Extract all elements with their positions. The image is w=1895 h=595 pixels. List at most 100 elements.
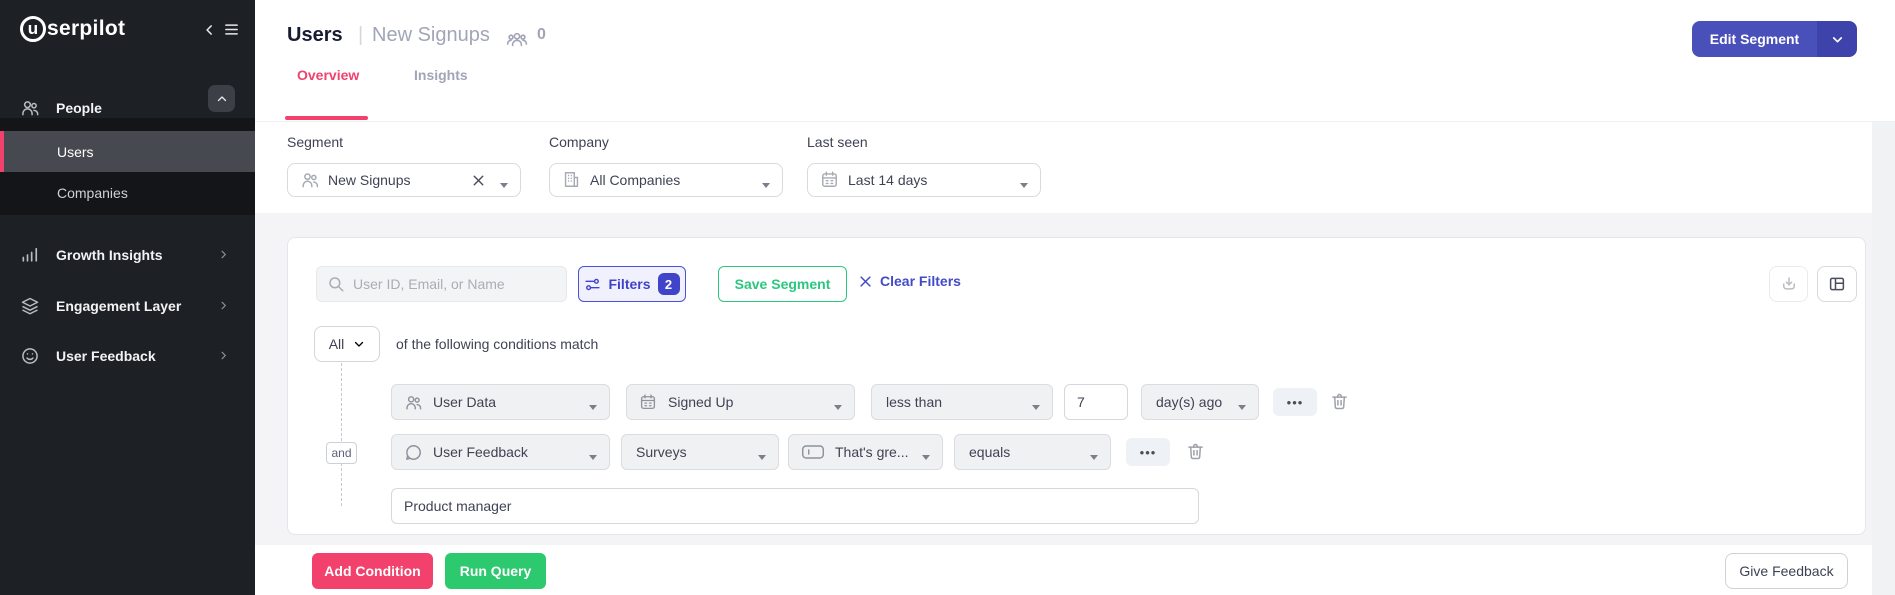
condition2-attribute-dropdown[interactable]: Surveys (621, 434, 779, 470)
tab-overview[interactable]: Overview (297, 67, 359, 83)
caret-down-icon (1238, 405, 1246, 414)
chevron-left-icon (203, 23, 217, 37)
sidebar-item-label: User Feedback (56, 348, 156, 364)
download-button[interactable] (1769, 266, 1808, 302)
scrollbar-gutter[interactable] (1872, 122, 1895, 595)
condition1-value-input[interactable] (1064, 384, 1128, 420)
sidebar-item-growth-insights[interactable]: Growth Insights (0, 235, 255, 275)
clear-segment-icon[interactable] (470, 172, 488, 190)
collapse-people-button[interactable] (208, 85, 235, 112)
smiley-icon (20, 346, 40, 366)
segment-query-card: Filters 2 Save Segment Clear Filters All (287, 237, 1866, 535)
logo-u-mark: u (20, 16, 46, 42)
chevron-down-icon (353, 338, 365, 350)
people-subnav: Users Companies (0, 118, 255, 215)
users-icon (300, 170, 320, 190)
condition2-more-options-button[interactable]: ••• (1126, 438, 1170, 466)
caret-down-icon (834, 405, 842, 414)
caret-down-icon (1032, 405, 1040, 414)
company-filter-dropdown[interactable]: All Companies (549, 163, 783, 197)
give-feedback-button[interactable]: Give Feedback (1725, 553, 1848, 589)
save-segment-button[interactable]: Save Segment (718, 266, 847, 302)
caret-down-icon (589, 455, 597, 464)
condition1-operator-value: less than (886, 394, 943, 410)
bar-chart-icon (20, 245, 40, 265)
match-mode-dropdown[interactable]: All (314, 326, 380, 362)
people-icon (20, 98, 40, 118)
last-seen-filter-label: Last seen (807, 134, 868, 150)
segment-filter-dropdown[interactable]: New Signups (287, 163, 521, 197)
segment-user-count: 0 (537, 26, 546, 43)
caret-down-icon (1020, 183, 1028, 192)
edit-segment-dropdown-button[interactable] (1817, 21, 1857, 57)
condition2-question-dropdown[interactable]: That's gre... (788, 434, 943, 470)
title-divider: | (358, 24, 364, 46)
edit-segment-button[interactable]: Edit Segment (1692, 21, 1817, 57)
logo-text: serpilot (47, 17, 126, 40)
caret-down-icon (758, 455, 766, 464)
filters-button-label: Filters (608, 276, 651, 292)
condition1-field-value: User Data (433, 394, 497, 410)
condition2-operator-value: equals (969, 444, 1011, 460)
condition2-attribute-value: Surveys (636, 444, 687, 460)
caret-down-icon (589, 405, 597, 414)
caret-down-icon (1090, 455, 1098, 464)
filters-count-badge: 2 (657, 273, 680, 295)
condition1-operator-dropdown[interactable]: less than (871, 384, 1053, 420)
tab-insights[interactable]: Insights (414, 67, 468, 83)
sidebar-item-companies[interactable]: Companies (0, 172, 255, 213)
caret-down-icon (500, 183, 508, 192)
condition1-attribute-value: Signed Up (668, 394, 734, 410)
condition1-attribute-dropdown[interactable]: Signed Up (626, 384, 855, 420)
sidebar-item-label: Companies (57, 184, 128, 201)
active-indicator (0, 131, 4, 172)
last-seen-filter-dropdown[interactable]: Last 14 days (807, 163, 1041, 197)
download-icon (1780, 275, 1798, 293)
condition1-field-dropdown[interactable]: User Data (391, 384, 610, 420)
close-icon (858, 274, 873, 289)
sidebar: u serpilot People Users Companies Growth… (0, 0, 255, 595)
userpilot-logo: u serpilot (20, 16, 125, 42)
condition2-operator-dropdown[interactable]: equals (954, 434, 1111, 470)
clear-filters-button[interactable]: Clear Filters (858, 273, 961, 289)
sidebar-item-label: People (56, 100, 102, 116)
last-seen-filter-value: Last 14 days (848, 172, 928, 188)
sidebar-item-engagement-layer[interactable]: Engagement Layer (0, 286, 255, 326)
layers-icon (20, 296, 40, 316)
table-layout-icon (1828, 275, 1846, 293)
chat-bubble-icon (404, 443, 423, 462)
condition2-field-dropdown[interactable]: User Feedback (391, 434, 610, 470)
sidebar-item-label: Engagement Layer (56, 298, 182, 314)
sidebar-collapse-control[interactable] (203, 22, 240, 37)
columns-button[interactable] (1817, 266, 1857, 302)
chevron-right-icon (218, 249, 230, 261)
chevron-right-icon (218, 300, 230, 312)
condition1-more-options-button[interactable]: ••• (1273, 388, 1317, 416)
sidebar-item-user-feedback[interactable]: User Feedback (0, 336, 255, 376)
condition2-field-value: User Feedback (433, 444, 528, 460)
condition2-answer-input[interactable] (391, 488, 1199, 524)
add-condition-button[interactable]: Add Condition (312, 553, 433, 589)
edit-segment-split-button: Edit Segment (1692, 21, 1857, 57)
caret-down-icon (922, 455, 930, 464)
calendar-icon (639, 393, 658, 412)
sidebar-item-users[interactable]: Users (0, 131, 255, 172)
sidebar-item-label: Users (57, 143, 94, 160)
building-icon (562, 170, 582, 190)
company-filter-label: Company (549, 134, 609, 150)
segment-filter-value: New Signups (328, 172, 411, 188)
hamburger-menu-icon (223, 22, 240, 37)
page-title: Users (287, 24, 343, 46)
search-input[interactable] (353, 276, 553, 292)
filters-button[interactable]: Filters 2 (578, 266, 686, 302)
condition1-delete-button[interactable] (1329, 391, 1351, 413)
condition1-unit-dropdown[interactable]: day(s) ago (1141, 384, 1259, 420)
match-mode-value: All (328, 336, 345, 352)
app-root: u serpilot People Users Companies Growth… (0, 0, 1895, 595)
clear-filters-label: Clear Filters (880, 273, 961, 289)
condition2-delete-button[interactable] (1185, 441, 1207, 463)
users-group-icon (506, 28, 528, 50)
condition1-unit-value: day(s) ago (1156, 394, 1223, 410)
run-query-button[interactable]: Run Query (445, 553, 546, 589)
tabbar-divider (255, 121, 1895, 122)
